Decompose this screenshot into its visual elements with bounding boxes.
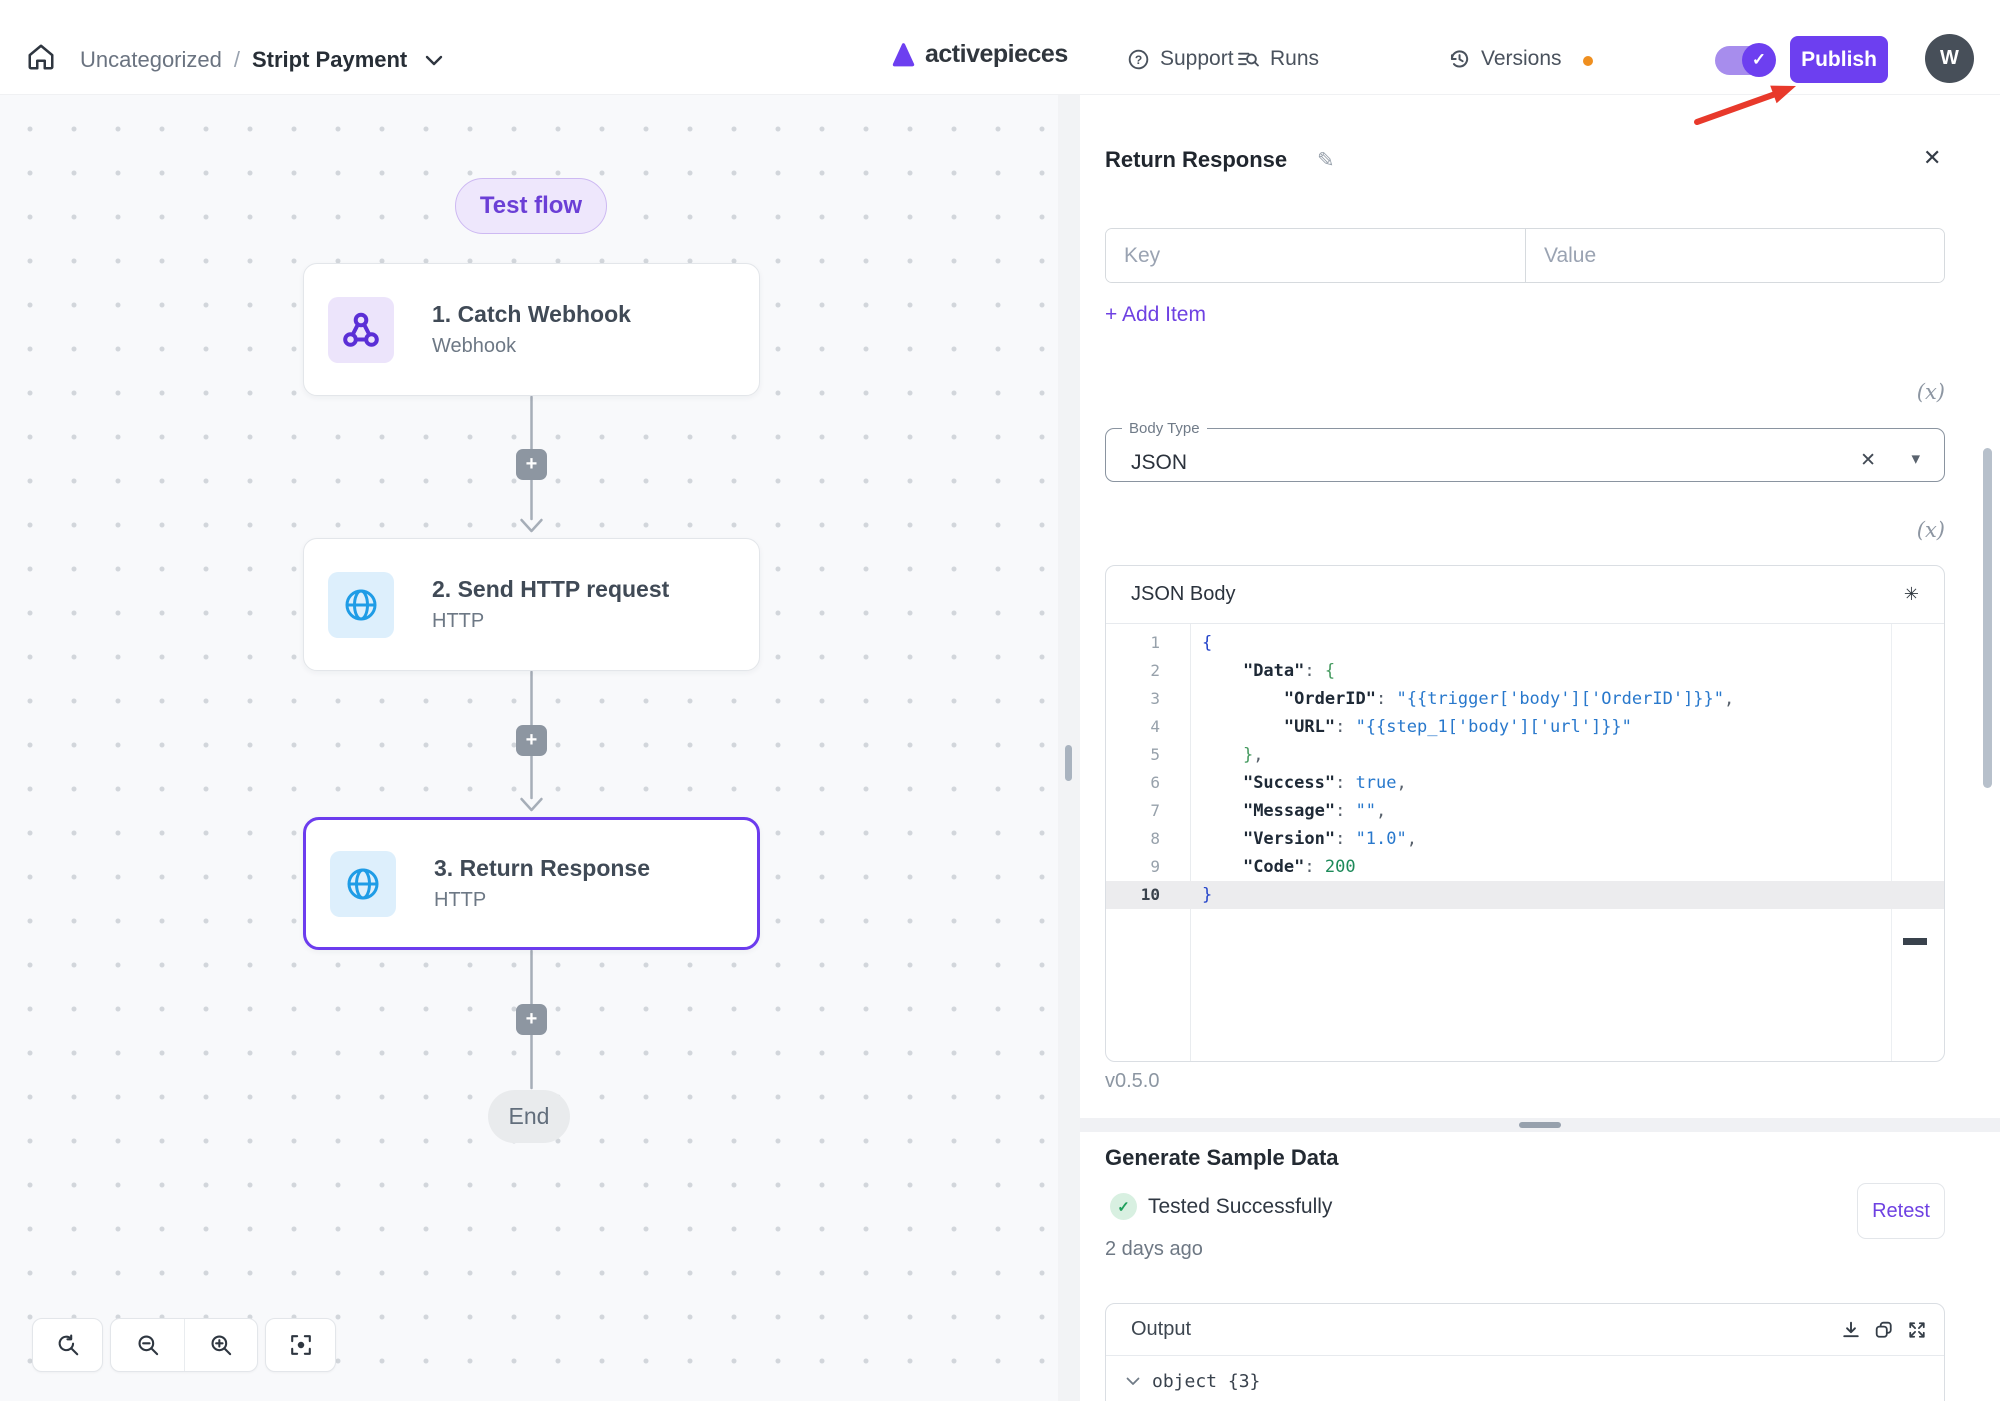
key-input[interactable] bbox=[1106, 229, 1526, 282]
versions-button[interactable]: Versions bbox=[1448, 47, 1562, 71]
http-globe-icon bbox=[330, 851, 396, 917]
copy-output-icon[interactable] bbox=[1875, 1321, 1893, 1339]
runs-list-search-icon bbox=[1238, 49, 1259, 70]
test-status: Tested Successfully bbox=[1148, 1195, 1332, 1219]
value-input[interactable] bbox=[1526, 229, 1944, 282]
unpublished-changes-dot bbox=[1583, 56, 1593, 66]
step-title: 1. Catch Webhook bbox=[432, 301, 631, 328]
flow-enabled-toggle[interactable]: ✓ bbox=[1715, 46, 1772, 75]
activepieces-logo-text: activepieces bbox=[925, 40, 1068, 69]
zoom-in-button[interactable] bbox=[184, 1319, 257, 1371]
panel-resize-handle[interactable] bbox=[1058, 95, 1080, 1401]
edit-name-icon[interactable]: ✎ bbox=[1317, 148, 1335, 173]
expand-output-icon[interactable] bbox=[1908, 1321, 1926, 1339]
support-label: Support bbox=[1160, 47, 1234, 71]
zoom-out-button[interactable] bbox=[111, 1319, 184, 1371]
section-resize-divider[interactable] bbox=[1080, 1118, 2000, 1132]
insert-variable-icon[interactable]: (x) bbox=[1917, 380, 1945, 404]
code-line[interactable]: 3 "OrderID": "{{trigger['body']['OrderID… bbox=[1106, 685, 1944, 713]
divider-grip[interactable] bbox=[1519, 1122, 1561, 1128]
headers-key-value-row bbox=[1105, 228, 1945, 283]
top-bar: Uncategorized / Stript Payment activepie… bbox=[0, 0, 2000, 95]
step-catch-webhook[interactable]: 1. Catch Webhook Webhook bbox=[303, 263, 760, 396]
svg-text:?: ? bbox=[1135, 52, 1142, 66]
output-card: Output object {3} bbox=[1105, 1303, 1945, 1401]
code-line[interactable]: 10} bbox=[1106, 881, 1944, 909]
step-app: HTTP bbox=[434, 889, 650, 912]
body-type-label: Body Type bbox=[1122, 420, 1207, 437]
output-node-label: object {3} bbox=[1152, 1371, 1260, 1392]
code-line[interactable]: 1{ bbox=[1106, 629, 1944, 657]
zoom-button-group bbox=[110, 1318, 258, 1372]
avatar[interactable]: W bbox=[1925, 34, 1974, 83]
download-output-icon[interactable] bbox=[1842, 1321, 1860, 1339]
step-title: 3. Return Response bbox=[434, 855, 650, 882]
output-label: Output bbox=[1131, 1318, 1191, 1341]
flow-builder-app: Uncategorized / Stript Payment activepie… bbox=[0, 0, 2000, 1401]
flow-canvas[interactable]: Test flow 1. Catch Webhook Webhook + 2. … bbox=[0, 95, 1058, 1401]
step-app: HTTP bbox=[432, 610, 669, 633]
panel-title: Return Response bbox=[1105, 147, 1287, 173]
resize-grip[interactable] bbox=[1065, 745, 1072, 781]
add-step-button[interactable]: + bbox=[516, 1004, 547, 1035]
breadcrumb-folder[interactable]: Uncategorized bbox=[80, 47, 222, 73]
code-line[interactable]: 5 }, bbox=[1106, 741, 1944, 769]
toggle-check-icon: ✓ bbox=[1742, 43, 1776, 77]
step-settings-panel: Return Response ✎ ✕ + Add Item (x) Body … bbox=[1080, 95, 2000, 1401]
runs-button[interactable]: Runs bbox=[1238, 47, 1319, 71]
code-line[interactable]: 4 "URL": "{{step_1['body']['url']}}" bbox=[1106, 713, 1944, 741]
fit-to-view-button[interactable] bbox=[265, 1318, 336, 1372]
cursor-position-marker bbox=[1903, 938, 1927, 945]
close-panel-button[interactable]: ✕ bbox=[1923, 145, 1941, 171]
panel-scrollbar[interactable] bbox=[1983, 448, 1992, 788]
insert-variable-icon[interactable]: (x) bbox=[1917, 518, 1945, 542]
versions-label: Versions bbox=[1481, 47, 1562, 71]
step-return-response-selected[interactable]: 3. Return Response HTTP bbox=[303, 817, 760, 950]
end-node: End bbox=[488, 1090, 570, 1143]
breadcrumb-separator: / bbox=[234, 47, 240, 73]
body-type-select[interactable]: Body Type JSON ✕ ▾ bbox=[1105, 420, 1945, 482]
add-item-button[interactable]: + Add Item bbox=[1105, 303, 1206, 327]
publish-button[interactable]: Publish bbox=[1790, 36, 1888, 83]
question-circle-icon: ? bbox=[1128, 49, 1149, 70]
flow-name[interactable]: Stript Payment bbox=[252, 47, 407, 73]
test-timestamp: 2 days ago bbox=[1105, 1238, 1203, 1261]
tree-collapse-icon[interactable] bbox=[1126, 1377, 1140, 1386]
http-globe-icon bbox=[328, 572, 394, 638]
chevron-down-icon[interactable] bbox=[425, 55, 443, 66]
retest-button[interactable]: Retest bbox=[1857, 1183, 1945, 1239]
activepieces-logo-icon bbox=[890, 41, 917, 68]
step-app: Webhook bbox=[432, 335, 631, 358]
code-line[interactable]: 2 "Data": { bbox=[1106, 657, 1944, 685]
json-body-editor: JSON Body ✳ 1{2 "Data": {3 "OrderID": "{… bbox=[1105, 565, 1945, 1062]
code-line[interactable]: 7 "Message": "", bbox=[1106, 797, 1944, 825]
test-flow-button[interactable]: Test flow bbox=[455, 178, 607, 234]
webhook-icon bbox=[328, 297, 394, 363]
body-type-value: JSON bbox=[1131, 451, 1187, 475]
support-button[interactable]: ? Support bbox=[1128, 47, 1234, 71]
home-icon[interactable] bbox=[26, 42, 56, 72]
add-step-button[interactable]: + bbox=[516, 449, 547, 480]
beautify-icon[interactable]: ✳ bbox=[1904, 584, 1919, 605]
breadcrumb: Uncategorized / Stript Payment bbox=[80, 47, 443, 73]
json-body-label: JSON Body bbox=[1131, 583, 1235, 606]
canvas-zoom-toolbar bbox=[32, 1318, 336, 1372]
piece-version: v0.5.0 bbox=[1105, 1070, 1159, 1093]
dropdown-caret-icon[interactable]: ▾ bbox=[1911, 449, 1920, 469]
code-line[interactable]: 8 "Version": "1.0", bbox=[1106, 825, 1944, 853]
step-send-http-request[interactable]: 2. Send HTTP request HTTP bbox=[303, 538, 760, 671]
clear-selection-icon[interactable]: ✕ bbox=[1860, 449, 1876, 472]
success-check-icon: ✓ bbox=[1110, 1193, 1137, 1220]
output-root-node[interactable]: object {3} bbox=[1106, 1356, 1944, 1392]
add-step-button[interactable]: + bbox=[516, 725, 547, 756]
activepieces-logo: activepieces bbox=[890, 40, 1068, 69]
runs-label: Runs bbox=[1270, 47, 1319, 71]
code-line[interactable]: 6 "Success": true, bbox=[1106, 769, 1944, 797]
zoom-reset-button[interactable] bbox=[32, 1318, 103, 1372]
generate-sample-data-heading: Generate Sample Data bbox=[1105, 1145, 1339, 1171]
version-history-icon bbox=[1448, 48, 1470, 70]
json-code[interactable]: 1{2 "Data": {3 "OrderID": "{{trigger['bo… bbox=[1106, 624, 1944, 1062]
step-title: 2. Send HTTP request bbox=[432, 576, 669, 603]
code-line[interactable]: 9 "Code": 200 bbox=[1106, 853, 1944, 881]
